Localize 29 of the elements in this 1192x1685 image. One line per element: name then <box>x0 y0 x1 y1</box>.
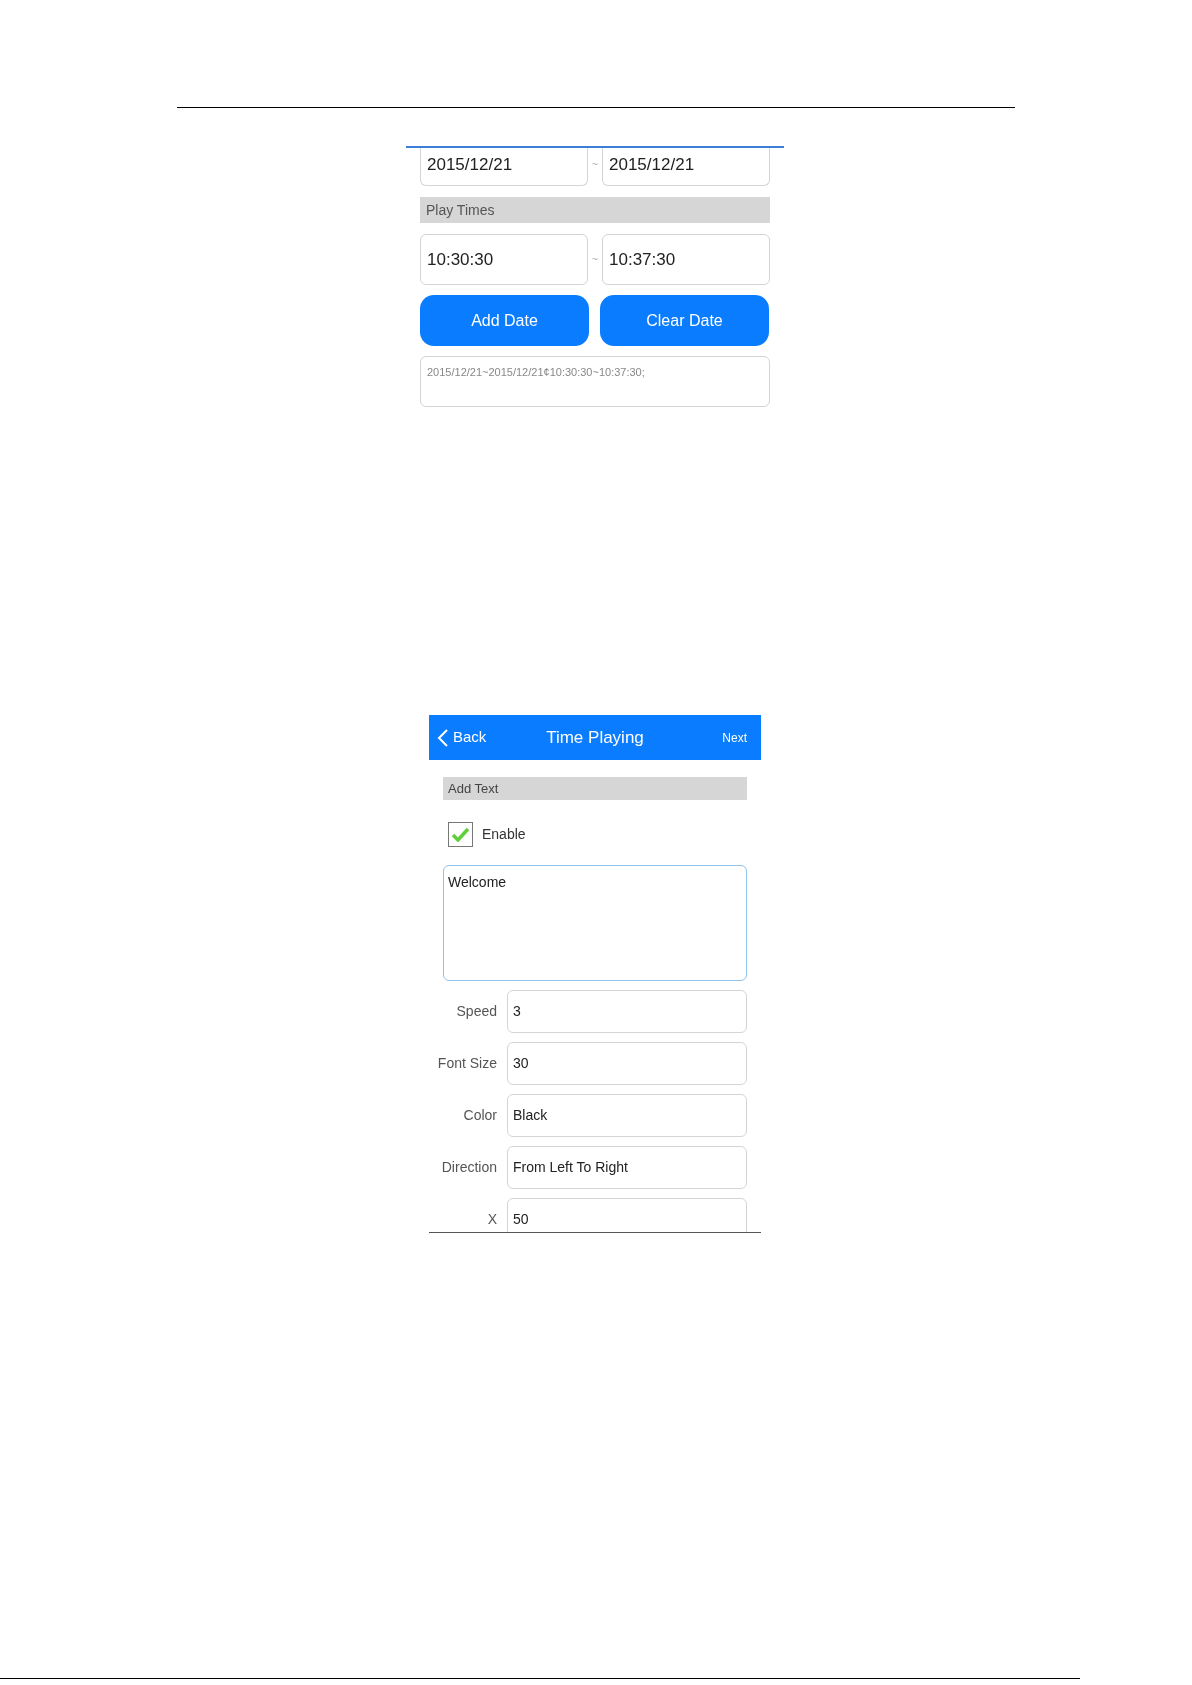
next-button[interactable]: Next <box>663 728 753 747</box>
input-field[interactable]: 50 <box>507 1198 747 1232</box>
checkmark-icon <box>451 827 470 842</box>
time-field[interactable]: 10:30:30 <box>420 234 588 285</box>
schedule-list-field[interactable]: 2015/12/21~2015/12/21¢10:30:30~10:37:30; <box>420 356 770 407</box>
clear-date-button[interactable]: Clear Date <box>600 295 769 346</box>
time-field[interactable]: 10:37:30 <box>602 234 770 285</box>
input-field[interactable]: 3 <box>507 990 747 1033</box>
tilde-separator: ~ <box>590 252 600 268</box>
section-header: Add Text <box>443 777 747 800</box>
enable-label: Enable <box>482 825 526 844</box>
back-button[interactable]: Back <box>437 726 527 749</box>
field-label: Color <box>462 1106 497 1125</box>
screen-title: Time Playing <box>545 726 645 749</box>
field-label: Speed <box>455 1002 497 1021</box>
tilde-separator: ~ <box>590 157 600 172</box>
section-header: Play Times <box>420 197 770 223</box>
input-field[interactable]: From Left To Right <box>507 1146 747 1189</box>
back-chevron-icon <box>437 727 449 748</box>
field-label: Direction <box>440 1158 497 1177</box>
text-area[interactable]: Welcome <box>443 865 747 981</box>
enable-checkbox[interactable] <box>448 822 473 847</box>
field-label: X <box>486 1210 497 1229</box>
date-field[interactable]: 2015/12/21 <box>602 148 770 186</box>
input-field[interactable]: Black <box>507 1094 747 1137</box>
field-label: Font Size <box>436 1054 497 1073</box>
add-date-button[interactable]: Add Date <box>420 295 589 346</box>
date-field[interactable]: 2015/12/21 <box>420 148 588 186</box>
input-field[interactable]: 30 <box>507 1042 747 1085</box>
